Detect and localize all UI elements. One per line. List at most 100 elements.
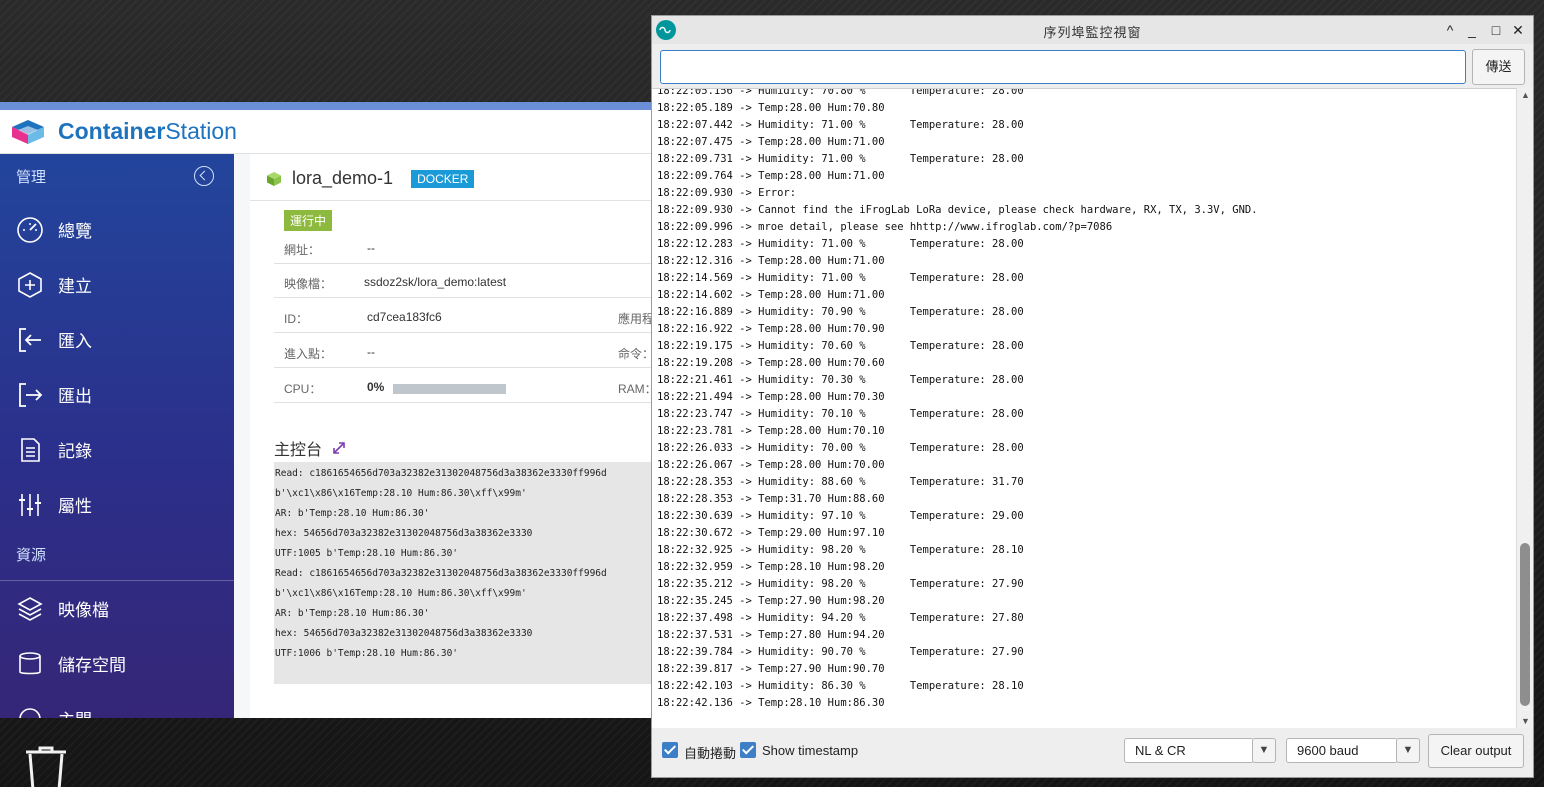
sidebar-item-label: 主開 [58,706,92,718]
console-title: 主控台 [274,436,346,460]
sidebar-item-label: 屬性 [58,497,92,516]
sidebar-item-import[interactable]: 匯入 [0,312,234,367]
sidebar-section-label: 資源 [16,547,47,564]
sidebar-item-partial[interactable]: 主開 [0,691,234,718]
scroll-down-icon[interactable]: ▼ [1517,714,1534,728]
shade-button[interactable]: ^ [1440,20,1460,40]
scroll-up-icon[interactable]: ▲ [1517,88,1534,102]
output-line: 18:22:39.784 -> Humidity: 90.70 % Temper… [657,646,1024,658]
send-button[interactable]: 傳送 [1472,49,1525,85]
info-row-url: 網址： -- [274,230,660,264]
sidebar: 管理 總覽 建立 匯入 匯出 記錄 屬性 資源 映像檔 儲存空間 [0,154,234,718]
image-value: ssdoz2sk/lora_demo:latest [364,275,507,289]
output-line: 18:22:16.889 -> Humidity: 70.90 % Temper… [657,306,1024,318]
vertical-scrollbar[interactable]: ▲ ▼ [1516,88,1533,728]
autoscroll-checkbox[interactable] [662,742,678,758]
console-line: b'\xc1\x86\x16Temp:28.10 Hum:86.30\xff\x… [275,488,527,499]
container-cube-icon [267,171,281,186]
dashboard-icon [17,216,43,243]
chevron-down-icon[interactable]: ▼ [1252,738,1276,763]
cpu-usage-bar [393,384,506,394]
output-line: 18:22:32.925 -> Humidity: 98.20 % Temper… [657,544,1024,556]
expand-icon[interactable] [332,441,346,455]
output-line: 18:22:28.353 -> Temp:31.70 Hum:88.60 [657,493,885,505]
sidebar-item-log[interactable]: 記錄 [0,422,234,477]
sidebar-item-create[interactable]: 建立 [0,257,234,312]
sidebar-item-export[interactable]: 匯出 [0,367,234,422]
console-line: Read: c1861654656d703a32382e31302048756d… [275,468,607,479]
minimize-button[interactable]: _ [1462,20,1482,40]
import-icon [19,327,41,352]
app-title: ContainerStation [58,118,237,145]
images-icon [17,596,43,621]
maximize-button[interactable]: □ [1486,20,1506,40]
serial-output[interactable]: 18:22:05.156 -> Humidity: 70.80 % Temper… [652,88,1516,728]
sidebar-section-resources: 資源 [0,532,234,580]
footer-bar: 自動捲動 Show timestamp NL & CR ▼ 9600 baud … [652,730,1533,777]
preferences-icon [19,493,41,516]
sidebar-section-label: 管理 [16,169,47,186]
close-button[interactable]: ✕ [1508,20,1528,40]
collapse-sidebar-icon[interactable] [194,166,214,186]
output-line: 18:22:14.602 -> Temp:28.00 Hum:71.00 [657,289,885,301]
output-line: 18:22:32.959 -> Temp:28.10 Hum:98.20 [657,561,885,573]
console-line: b'\xc1\x86\x16Temp:28.10 Hum:86.30\xff\x… [275,588,527,599]
url-value: -- [367,241,375,255]
chevron-down-icon[interactable]: ▼ [1396,738,1420,763]
output-line: 18:22:09.764 -> Temp:28.00 Hum:71.00 [657,170,885,182]
serial-input[interactable] [660,50,1466,84]
clear-output-button[interactable]: Clear output [1428,734,1524,768]
partial-icon [19,707,41,718]
entrypoint-value: -- [367,345,375,359]
serial-monitor-window: 序列埠監控視窗 ^ _ □ ✕ 傳送 18:22:05.156 -> Humid… [651,15,1534,778]
output-line: 18:22:07.442 -> Humidity: 71.00 % Temper… [657,119,1024,131]
docker-badge: DOCKER [411,169,475,188]
console-line: UTF:1006 b'Temp:28.10 Hum:86.30' [275,648,459,659]
status-badge: 運行中 [284,210,333,231]
sidebar-item-label: 總覽 [58,222,92,241]
sidebar-item-label: 記錄 [58,442,92,461]
window-title: 序列埠監控視窗 [1043,25,1142,40]
sidebar-item-label: 匯入 [58,332,92,351]
console-line: AR: b'Temp:28.10 Hum:86.30' [275,508,430,519]
sidebar-section-manage: 管理 [0,154,234,202]
output-line: 18:22:05.156 -> Humidity: 70.80 % Temper… [657,88,1024,97]
trash-icon[interactable] [22,746,70,787]
output-line: 18:22:16.922 -> Temp:28.00 Hum:70.90 [657,323,885,335]
image-label: 映像檔： [284,277,333,291]
log-icon [21,437,40,462]
id-value: cd7cea183fc6 [367,310,442,324]
output-line: 18:22:19.208 -> Temp:28.00 Hum:70.60 [657,357,885,369]
output-line: 18:22:12.283 -> Humidity: 71.00 % Temper… [657,238,1024,250]
sidebar-item-overview[interactable]: 總覽 [0,202,234,257]
line-ending-select[interactable]: NL & CR [1124,738,1254,763]
title-bar[interactable]: 序列埠監控視窗 ^ _ □ ✕ [652,16,1533,44]
sidebar-item-storage[interactable]: 儲存空間 [0,636,234,691]
console-line: hex: 54656d703a32382e31302048756d3a38362… [275,528,533,539]
sidebar-item-label: 匯出 [58,387,92,406]
sidebar-item-label: 映像檔 [58,601,109,620]
output-line: 18:22:21.461 -> Humidity: 70.30 % Temper… [657,374,1024,386]
container-name: lora_demo-1 [292,168,394,188]
create-icon [18,271,42,298]
console-line: Read: c1861654656d703a32382e31302048756d… [275,568,607,579]
output-line: 18:22:42.136 -> Temp:28.10 Hum:86.30 [657,697,885,709]
timestamp-checkbox[interactable] [740,742,756,758]
baud-rate-select[interactable]: 9600 baud [1286,738,1398,763]
container-station-logo-icon [12,119,44,144]
output-line: 18:22:09.731 -> Humidity: 71.00 % Temper… [657,153,1024,165]
output-line: 18:22:35.245 -> Temp:27.90 Hum:98.20 [657,595,885,607]
output-line: 18:22:09.996 -> mroe detail, please see … [657,221,1113,233]
sidebar-item-preferences[interactable]: 屬性 [0,477,234,532]
output-line: 18:22:42.103 -> Humidity: 86.30 % Temper… [657,680,1024,692]
main-content: lora_demo-1 DOCKER 運行中 網址： -- 映像檔： ssdoz… [234,154,660,718]
output-line: 18:22:19.175 -> Humidity: 70.60 % Temper… [657,340,1024,352]
scrollbar-thumb[interactable] [1520,543,1530,706]
sidebar-item-images[interactable]: 映像檔 [0,581,234,636]
timestamp-label: Show timestamp [762,743,859,758]
app-title-light: Station [165,118,237,144]
console-output[interactable]: Read: c1861654656d703a32382e31302048756d… [274,462,660,684]
output-line: 18:22:14.569 -> Humidity: 71.00 % Temper… [657,272,1024,284]
console-title-text: 主控台 [274,442,323,459]
command-label: 命令： [618,347,655,361]
